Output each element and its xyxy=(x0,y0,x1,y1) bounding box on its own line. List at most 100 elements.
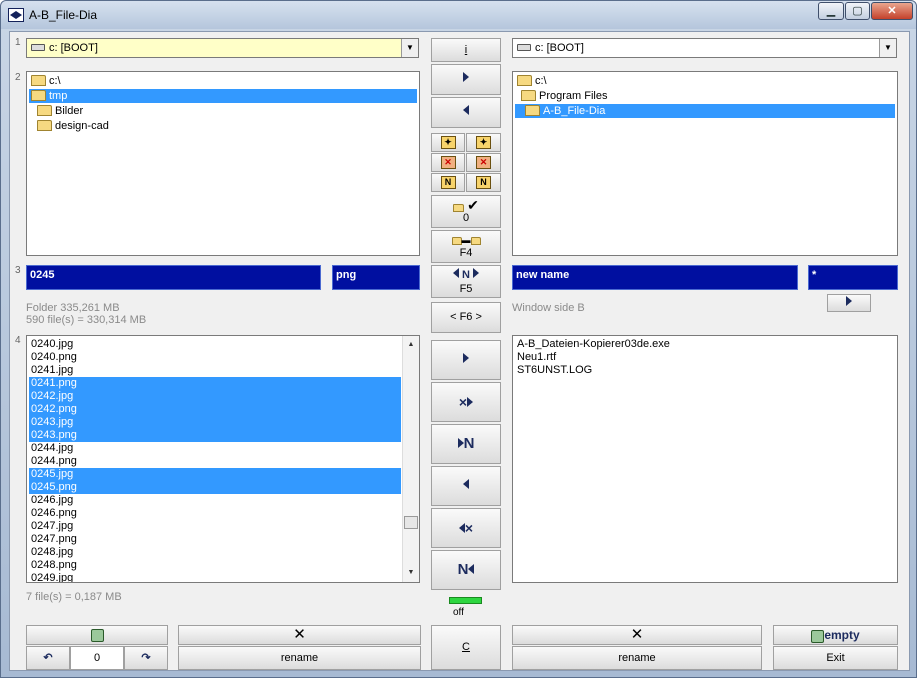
tree-item[interactable]: Program Files xyxy=(515,89,895,103)
tree-item[interactable]: Bilder xyxy=(29,104,417,118)
file-row[interactable]: 0249.jpg xyxy=(29,572,401,582)
maximize-button[interactable]: ▢ xyxy=(845,2,870,20)
right-folder-tree[interactable]: c:\ Program Files A-B_File-Dia xyxy=(512,71,898,256)
info-button[interactable]: i xyxy=(431,38,501,62)
delete-folder-icon: ✕ xyxy=(440,155,456,169)
move-left-button[interactable]: × xyxy=(431,508,501,548)
left-delete-button[interactable]: ✕ xyxy=(178,625,421,645)
file-row[interactable]: 0240.png xyxy=(29,351,401,364)
file-row[interactable]: 0247.jpg xyxy=(29,520,401,533)
scroll-up-icon[interactable]: ▲ xyxy=(403,338,419,352)
left-rename-button[interactable]: rename xyxy=(178,646,421,670)
copy-folder-left-button[interactable] xyxy=(431,97,501,128)
tree-item-selected[interactable]: tmp xyxy=(29,89,417,103)
chevron-down-icon[interactable]: ▼ xyxy=(401,39,418,57)
left-ext-field[interactable]: png xyxy=(332,265,420,290)
file-row[interactable]: A-B_Dateien-Kopierer03de.exe xyxy=(515,338,895,351)
undo-button[interactable]: ↶ xyxy=(26,646,70,670)
app-window: A-B_File-Dia ▁ ▢ ✕ 1 2 3 4 c: [BOOT] ▼ c… xyxy=(0,0,917,678)
file-row[interactable]: 0248.jpg xyxy=(29,546,401,559)
rename-n-icon: N xyxy=(463,435,475,452)
right-drive-value: c: [BOOT] xyxy=(535,42,584,54)
delete-folder-right-button[interactable]: ✕ xyxy=(466,153,501,172)
file-row[interactable]: 0246.jpg xyxy=(29,494,401,507)
arrow-right-icon xyxy=(846,296,852,306)
left-scrollbar[interactable]: ▲ ▼ xyxy=(402,336,419,582)
right-rename-button[interactable]: rename xyxy=(512,646,762,670)
right-name-field[interactable]: new name xyxy=(512,265,798,290)
file-row[interactable]: 0241.jpg xyxy=(29,364,401,377)
copy-right-button[interactable] xyxy=(431,340,501,380)
f6-button[interactable]: < F6 > xyxy=(431,302,501,333)
move-right-button[interactable]: × xyxy=(431,382,501,422)
folder-open-icon xyxy=(31,90,46,101)
rename-n-icon: N xyxy=(457,561,469,578)
folder-open-icon xyxy=(525,105,540,116)
file-row[interactable]: 0244.jpg xyxy=(29,442,401,455)
file-row[interactable]: 0245.jpg xyxy=(29,468,401,481)
f5-button[interactable]: N F5 xyxy=(431,265,501,298)
delete-folder-left-button[interactable]: ✕ xyxy=(431,153,465,172)
scroll-thumb[interactable] xyxy=(404,516,418,529)
rename-folder-left-button[interactable]: N xyxy=(431,173,465,192)
left-drive-select[interactable]: c: [BOOT] ▼ xyxy=(26,38,419,58)
folder-icon xyxy=(37,120,52,131)
right-file-list[interactable]: A-B_Dateien-Kopierer03de.exe Neu1.rtf ST6U… xyxy=(512,335,898,583)
file-row[interactable]: 0242.jpg xyxy=(29,390,401,403)
file-row[interactable]: 0248.png xyxy=(29,559,401,572)
tree-item-selected[interactable]: A-B_File-Dia xyxy=(515,104,895,118)
rename-swap-icon: N xyxy=(432,268,500,282)
file-row[interactable]: 0243.png xyxy=(29,429,401,442)
minimize-button[interactable]: ▁ xyxy=(818,2,844,20)
exit-button[interactable]: Exit xyxy=(773,646,898,670)
recycle-bin-icon xyxy=(811,629,825,643)
folder-check-icon: ✔ xyxy=(432,198,500,212)
copy-left-button[interactable] xyxy=(431,466,501,506)
copy-folder-right-button[interactable] xyxy=(431,64,501,95)
copy-rename-right-button[interactable]: N xyxy=(431,424,501,464)
left-name-field[interactable]: 0245 xyxy=(26,265,321,290)
row-number-2: 2 xyxy=(15,72,21,83)
file-row[interactable]: 0244.png xyxy=(29,455,401,468)
empty-label: empty xyxy=(824,628,860,642)
right-drive-select[interactable]: c: [BOOT] ▼ xyxy=(512,38,897,58)
recycle-button[interactable] xyxy=(26,625,168,645)
copy-rename-left-button[interactable]: N xyxy=(431,550,501,590)
file-row[interactable]: Neu1.rtf xyxy=(515,351,895,364)
left-folder-tree[interactable]: c:\ tmp Bilder design-cad xyxy=(26,71,420,256)
empty-button[interactable]: empty xyxy=(773,625,898,645)
close-button[interactable]: ✕ xyxy=(871,2,913,20)
window-title: A-B_File-Dia xyxy=(29,8,98,22)
check-button[interactable]: ✔ 0 xyxy=(431,195,501,228)
file-row[interactable]: ST6UNST.LOG xyxy=(515,364,895,377)
arrow-right-icon xyxy=(463,353,469,363)
rename-folder-right-button[interactable]: N xyxy=(466,173,501,192)
file-row[interactable]: 0240.jpg xyxy=(29,338,401,351)
f4-button[interactable]: ▬ F4 xyxy=(431,230,501,263)
tree-item[interactable]: c:\ xyxy=(515,74,895,88)
tree-item[interactable]: c:\ xyxy=(29,74,417,88)
left-folder-info: Folder 335,261 MB xyxy=(26,302,120,314)
right-ext-field[interactable]: * xyxy=(808,265,898,290)
file-row[interactable]: 0242.png xyxy=(29,403,401,416)
right-delete-button[interactable]: ✕ xyxy=(512,625,762,645)
tree-item[interactable]: design-cad xyxy=(29,119,417,133)
chevron-down-icon[interactable]: ▼ xyxy=(879,39,896,57)
arrow-right-icon xyxy=(467,397,474,407)
new-folder-right-button[interactable]: ✦ xyxy=(466,133,501,152)
file-row[interactable]: 0246.png xyxy=(29,507,401,520)
file-row[interactable]: 0241.png xyxy=(29,377,401,390)
file-row[interactable]: 0245.png xyxy=(29,481,401,494)
title-bar[interactable]: A-B_File-Dia ▁ ▢ ✕ xyxy=(1,1,916,29)
c-button[interactable]: C xyxy=(431,625,501,670)
left-file-list[interactable]: 0240.jpg 0240.png 0241.jpg 0241.png 0242.jpg… xyxy=(26,335,420,583)
file-row[interactable]: 0247.png xyxy=(29,533,401,546)
new-folder-left-button[interactable]: ✦ xyxy=(431,133,465,152)
f5-label: F5 xyxy=(459,283,473,295)
file-row[interactable]: 0243.jpg xyxy=(29,416,401,429)
right-arrow-button[interactable] xyxy=(827,294,871,312)
left-files-info: 590 file(s) = 330,314 MB xyxy=(26,314,147,326)
redo-button[interactable]: ↷ xyxy=(124,646,168,670)
client-area: 1 2 3 4 c: [BOOT] ▼ c: [BOOT] ▼ c:\ tmp … xyxy=(9,31,910,671)
scroll-down-icon[interactable]: ▼ xyxy=(403,566,419,580)
